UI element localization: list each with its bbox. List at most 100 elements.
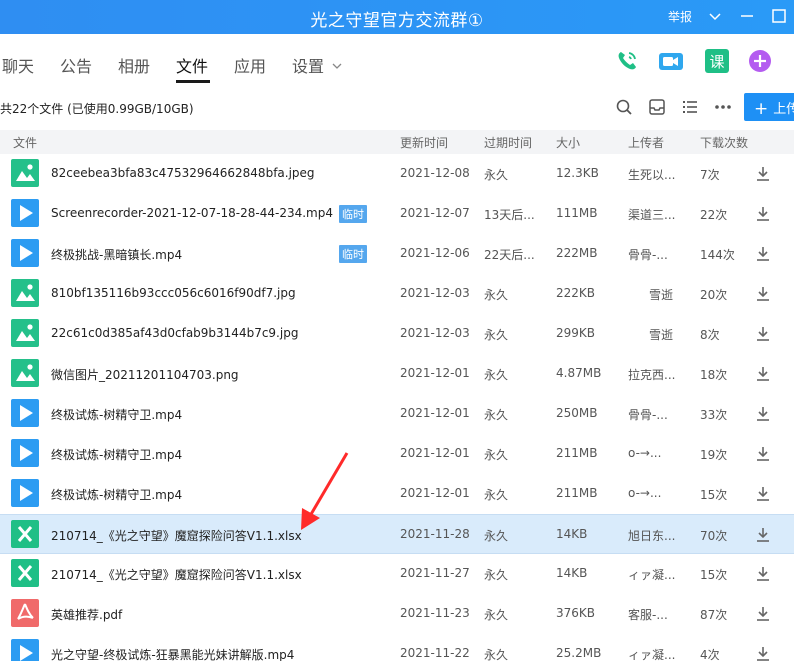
- download-count: 18次: [700, 368, 728, 382]
- column-downloads[interactable]: 下载次数: [700, 134, 748, 151]
- file-size: 12.3KB: [556, 166, 599, 180]
- list-view-icon[interactable]: [680, 97, 700, 117]
- file-name[interactable]: 光之守望-终极试炼-狂暴黑能光妹讲解版.mp4: [51, 646, 294, 661]
- uploader-name[interactable]: o-→...: [628, 486, 661, 500]
- image-file-icon: [11, 159, 39, 187]
- uploader-name[interactable]: 客服-...: [628, 606, 668, 623]
- more-icon[interactable]: [713, 97, 733, 117]
- video-file-icon: [11, 199, 39, 227]
- report-link[interactable]: 举报: [668, 8, 692, 25]
- download-count: 15次: [700, 568, 728, 582]
- download-icon[interactable]: [755, 406, 771, 422]
- file-row[interactable]: 810bf135116b93ccc056c6016f90df7.jpg 2021-…: [0, 274, 794, 314]
- download-icon[interactable]: [755, 566, 771, 582]
- tab-chat[interactable]: 聊天: [2, 53, 34, 77]
- file-row[interactable]: Screenrecorder-2021-12-07-18-28-44-234.m…: [0, 194, 794, 234]
- download-icon[interactable]: [755, 446, 771, 462]
- expire-time: 13天后...: [484, 208, 535, 222]
- updated-date: 2021-12-06: [400, 246, 470, 260]
- uploader-name[interactable]: 骨骨-...: [628, 246, 668, 263]
- column-updated[interactable]: 更新时间: [400, 134, 448, 151]
- file-name[interactable]: 英雄推荐.pdf: [51, 606, 122, 623]
- download-icon[interactable]: [755, 646, 771, 661]
- uploader-name[interactable]: 雪逝: [649, 326, 673, 343]
- chevron-down-icon[interactable]: [705, 6, 725, 26]
- download-icon[interactable]: [755, 527, 771, 543]
- file-name[interactable]: 22c61c0d385af43d0cfab9b3144b7c9.jpg: [51, 326, 298, 340]
- uploader-name[interactable]: ィァ凝...: [628, 646, 675, 661]
- column-uploader[interactable]: 上传者: [628, 134, 664, 151]
- uploader-name[interactable]: ィァ凝...: [628, 566, 675, 583]
- download-icon[interactable]: [755, 606, 771, 622]
- file-row[interactable]: 微信图片_20211201104703.png 2021-12-01 永久 4.87M…: [0, 354, 794, 394]
- file-name[interactable]: 210714_《光之守望》魔窟探险问答V1.1.xlsx: [51, 527, 302, 544]
- expire-time: 永久: [484, 608, 509, 622]
- minimize-icon[interactable]: [737, 6, 757, 26]
- file-list: 82ceebea3bfa83c47532964662848bfa.jpeg 202…: [0, 154, 794, 661]
- table-header: 文件 更新时间 过期时间 大小 上传者 下载次数: [0, 130, 794, 154]
- tab-album[interactable]: 相册: [118, 53, 150, 77]
- file-row[interactable]: 终极挑战-黑暗镇长.mp4 临时 2021-12-06 22天后... 222MB 骨骨-…: [0, 234, 794, 274]
- image-file-icon: [11, 279, 39, 307]
- file-name[interactable]: 终极试炼-树精守卫.mp4: [51, 446, 182, 463]
- search-icon[interactable]: [614, 97, 634, 117]
- uploader-name[interactable]: 渠道三...: [628, 206, 675, 223]
- download-icon[interactable]: [755, 486, 771, 502]
- download-icon[interactable]: [755, 206, 771, 222]
- uploader-name[interactable]: 旭日东...: [628, 527, 675, 544]
- file-name[interactable]: 810bf135116b93ccc056c6016f90df7.jpg: [51, 286, 296, 300]
- uploader-name[interactable]: 骨骨-...: [628, 406, 668, 423]
- storage-summary: 共22个文件 (已使用0.99GB/10GB): [0, 102, 194, 116]
- pdf-file-icon: [11, 599, 39, 627]
- file-name[interactable]: 终极挑战-黑暗镇长.mp4: [51, 246, 182, 263]
- upload-button[interactable]: + 上传: [744, 93, 794, 121]
- file-row[interactable]: 终极试炼-树精守卫.mp4 2021-12-01 永久 211MB o-→... 15次: [0, 474, 794, 514]
- file-size: 222KB: [556, 286, 596, 300]
- file-row[interactable]: 210714_《光之守望》魔窟探险问答V1.1.xlsx 2021-11-27 永久…: [0, 554, 794, 594]
- uploader-name[interactable]: 雪逝: [649, 286, 673, 303]
- file-size: 211MB: [556, 446, 598, 460]
- download-icon[interactable]: [755, 166, 771, 182]
- inbox-icon[interactable]: [647, 97, 667, 117]
- file-row[interactable]: 210714_《光之守望》魔窟探险问答V1.1.xlsx 2021-11-28 永久…: [0, 514, 794, 554]
- lesson-icon[interactable]: 课: [704, 48, 730, 74]
- download-count: 8次: [700, 328, 720, 342]
- add-app-icon[interactable]: [748, 48, 774, 74]
- tab-apps[interactable]: 应用: [234, 53, 266, 77]
- updated-date: 2021-12-01: [400, 366, 470, 380]
- video-call-icon[interactable]: [658, 48, 684, 74]
- download-icon[interactable]: [755, 326, 771, 342]
- tab-announcement[interactable]: 公告: [60, 53, 92, 77]
- uploader-name[interactable]: o-→...: [628, 446, 661, 460]
- file-name[interactable]: 微信图片_20211201104703.png: [51, 366, 239, 383]
- uploader-name[interactable]: 生死以...: [628, 166, 675, 183]
- chevron-down-icon[interactable]: [331, 57, 343, 76]
- file-row[interactable]: 英雄推荐.pdf 2021-11-23 永久 376KB 客服-... 87次: [0, 594, 794, 634]
- file-name[interactable]: 终极试炼-树精守卫.mp4: [51, 406, 182, 423]
- download-icon[interactable]: [755, 246, 771, 262]
- file-row[interactable]: 终极试炼-树精守卫.mp4 2021-12-01 永久 250MB 骨骨-... 33次: [0, 394, 794, 434]
- column-expire[interactable]: 过期时间: [484, 134, 532, 151]
- tab-files[interactable]: 文件: [176, 53, 208, 77]
- download-count: 144次: [700, 248, 735, 262]
- maximize-icon[interactable]: [769, 6, 789, 26]
- column-size[interactable]: 大小: [556, 134, 580, 151]
- file-name[interactable]: 210714_《光之守望》魔窟探险问答V1.1.xlsx: [51, 566, 302, 583]
- file-row[interactable]: 82ceebea3bfa83c47532964662848bfa.jpeg 202…: [0, 154, 794, 194]
- phone-icon[interactable]: [614, 48, 640, 74]
- file-row[interactable]: 光之守望-终极试炼-狂暴黑能光妹讲解版.mp4 2021-11-22 永久 25.2M…: [0, 634, 794, 661]
- file-name[interactable]: 82ceebea3bfa83c47532964662848bfa.jpeg: [51, 166, 315, 180]
- file-name[interactable]: Screenrecorder-2021-12-07-18-28-44-234.m…: [51, 206, 333, 220]
- updated-date: 2021-11-28: [400, 527, 470, 541]
- expire-time: 永久: [484, 488, 509, 502]
- tab-settings[interactable]: 设置: [292, 53, 324, 77]
- uploader-name[interactable]: 拉克西...: [628, 366, 675, 383]
- download-icon[interactable]: [755, 366, 771, 382]
- file-row[interactable]: 终极试炼-树精守卫.mp4 2021-12-01 永久 211MB o-→... 19次: [0, 434, 794, 474]
- expire-time: 永久: [484, 168, 509, 182]
- file-row[interactable]: 22c61c0d385af43d0cfab9b3144b7c9.jpg 2021-…: [0, 314, 794, 354]
- download-count: 20次: [700, 288, 728, 302]
- download-icon[interactable]: [755, 286, 771, 302]
- column-file[interactable]: 文件: [13, 134, 37, 151]
- file-name[interactable]: 终极试炼-树精守卫.mp4: [51, 486, 182, 503]
